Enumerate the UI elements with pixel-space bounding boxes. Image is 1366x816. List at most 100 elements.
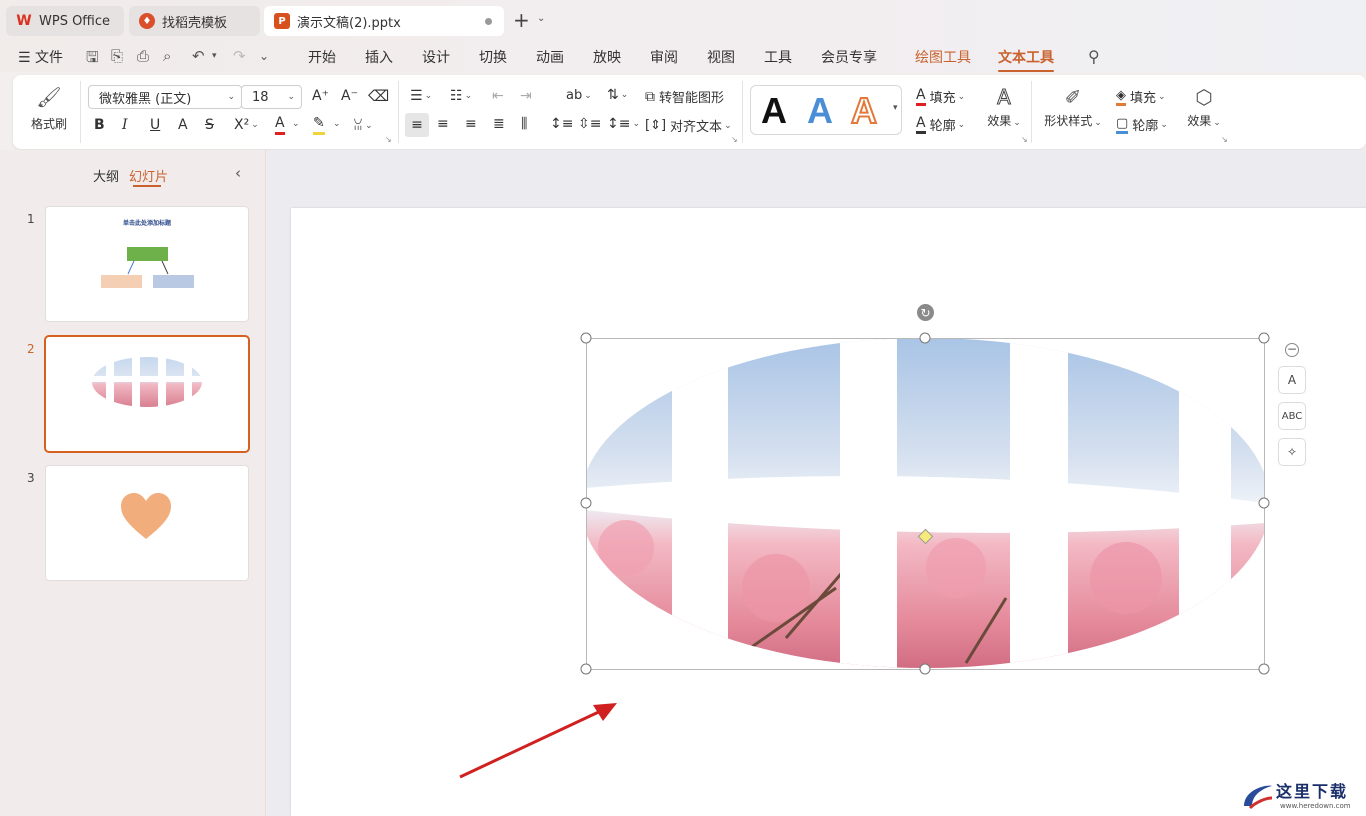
- align-right-icon[interactable]: ≡: [465, 116, 477, 132]
- increase-font-icon[interactable]: A⁺: [312, 88, 329, 104]
- menu-review[interactable]: 审阅: [650, 47, 678, 67]
- shape-fill-button[interactable]: ◈ 填充 ⌄: [1116, 87, 1166, 106]
- wordart-style-blue[interactable]: A: [807, 90, 833, 132]
- align-center-icon[interactable]: ≡: [437, 116, 449, 132]
- underline-icon[interactable]: U: [150, 117, 160, 133]
- menu-transitions[interactable]: 切换: [479, 47, 507, 67]
- text-dialog-launcher-icon[interactable]: ↘: [1021, 135, 1028, 144]
- chevron-down-icon[interactable]: ⌄: [331, 119, 341, 129]
- tab-presentation[interactable]: P 演示文稿(2).pptx: [264, 6, 504, 36]
- redo-icon[interactable]: ↷: [233, 47, 246, 65]
- menu-drawing-tools[interactable]: 绘图工具: [915, 47, 971, 67]
- shape-style-button[interactable]: ✐ 形状样式 ⌄: [1043, 85, 1103, 129]
- tab-outline[interactable]: 大纲: [93, 166, 119, 185]
- distribute-icon[interactable]: ⫼: [521, 116, 527, 132]
- strikethrough-icon[interactable]: S: [205, 117, 214, 133]
- tab-list-chevron-icon[interactable]: ⌄: [537, 13, 545, 24]
- tab-docer-templates[interactable]: ♦ 找稻壳模板: [129, 6, 260, 36]
- watermark-text: 这里下载: [1276, 782, 1349, 801]
- font-color-icon[interactable]: A: [275, 115, 285, 135]
- paragraph-spacing-icon[interactable]: ⇳≡: [578, 116, 601, 132]
- clear-format-icon[interactable]: ⌫: [368, 87, 389, 105]
- resize-handle-top-right[interactable]: [1258, 332, 1270, 344]
- increase-indent-icon[interactable]: ⇥: [520, 88, 532, 104]
- menu-home[interactable]: 开始: [308, 47, 336, 67]
- superscript-icon[interactable]: X² ⌄: [234, 117, 259, 133]
- export-icon[interactable]: ⎘: [111, 47, 123, 65]
- text-outline-button[interactable]: A 轮廓 ⌄: [916, 115, 965, 134]
- menu-view[interactable]: 视图: [707, 47, 735, 67]
- undo-dropdown-icon[interactable]: ▾: [212, 51, 217, 61]
- menu-animations[interactable]: 动画: [536, 47, 564, 67]
- bullet-list-icon[interactable]: ☰ ⌄: [410, 88, 432, 104]
- resize-handle-right[interactable]: [1258, 497, 1270, 509]
- slide-thumbnail-1[interactable]: 单击此处添加标题: [46, 207, 248, 321]
- tab-slides[interactable]: 幻灯片: [129, 166, 168, 185]
- customize-chevron-icon[interactable]: ⌄: [259, 49, 269, 63]
- resize-handle-bottom-left[interactable]: [580, 663, 592, 675]
- menu-text-tools[interactable]: 文本工具: [998, 47, 1054, 72]
- resize-handle-top-left[interactable]: [580, 332, 592, 344]
- wordart-more-icon[interactable]: ▾: [893, 103, 898, 113]
- undo-icon[interactable]: ↶: [192, 47, 205, 65]
- shape-outline-button[interactable]: ▢ 轮廓 ⌄: [1116, 115, 1168, 134]
- text-style-icon[interactable]: A: [1278, 366, 1306, 394]
- justify-icon[interactable]: ≣: [493, 116, 505, 132]
- align-left-icon[interactable]: ≡: [405, 113, 429, 137]
- decrease-indent-icon[interactable]: ⇤: [492, 88, 504, 104]
- rotate-handle-icon[interactable]: ↻: [917, 304, 934, 321]
- tab-wps-office[interactable]: W WPS Office: [6, 6, 124, 36]
- bold-icon[interactable]: B: [94, 117, 105, 133]
- sort-icon[interactable]: ⇅ ⌄: [607, 87, 628, 103]
- collapse-toolbar-icon[interactable]: −: [1285, 343, 1299, 357]
- menu-design[interactable]: 设计: [422, 47, 450, 67]
- numbered-list-icon[interactable]: ☷ ⌄: [450, 88, 472, 104]
- decrease-font-icon[interactable]: A⁻: [341, 88, 358, 104]
- resize-handle-bottom-right[interactable]: [1258, 663, 1270, 675]
- slide-thumbnail-3[interactable]: [46, 466, 248, 580]
- chevron-down-icon: ⌄: [227, 92, 235, 102]
- menu-insert[interactable]: 插入: [365, 47, 393, 67]
- highlight-icon[interactable]: ✎: [313, 115, 325, 135]
- menu-slideshow[interactable]: 放映: [593, 47, 621, 67]
- text-shadow-icon[interactable]: A: [178, 117, 188, 133]
- save-icon[interactable]: 🖫: [86, 47, 99, 72]
- line-spacing-icon[interactable]: ↕≡: [550, 116, 573, 132]
- format-painter-button[interactable]: 🖌 格式刷: [23, 85, 75, 132]
- spacing-options-icon[interactable]: ↕≡ ⌄: [607, 116, 640, 132]
- new-tab-plus-icon[interactable]: +: [513, 8, 530, 32]
- file-menu[interactable]: ☰ 文件: [18, 47, 63, 67]
- slide-thumbnail-2[interactable]: [46, 337, 248, 451]
- magic-tools-icon[interactable]: ✧: [1278, 438, 1306, 466]
- italic-icon[interactable]: I: [122, 117, 128, 133]
- print-icon[interactable]: ⎙: [137, 47, 149, 65]
- resize-handle-left[interactable]: [580, 497, 592, 509]
- shape-effect-button[interactable]: ⬡ 效果 ⌄: [1183, 85, 1225, 129]
- spell-check-icon[interactable]: ABC: [1278, 402, 1306, 430]
- font-name-select[interactable]: 微软雅黑 (正文) ⌄: [88, 85, 242, 109]
- wordart-gallery[interactable]: A A A: [750, 85, 902, 135]
- search-icon[interactable]: ⚲: [1088, 47, 1100, 66]
- font-size-select[interactable]: 18 ⌄: [241, 85, 302, 109]
- character-spacing-icon[interactable]: ꈍ ⌄: [353, 117, 373, 134]
- smart-graphic-button[interactable]: ⧉ 转智能图形: [645, 87, 724, 107]
- menu-member[interactable]: 会员专享: [821, 47, 877, 67]
- paragraph-dialog-launcher-icon[interactable]: ↘: [731, 135, 738, 144]
- resize-handle-bottom[interactable]: [919, 663, 931, 675]
- text-effect-button[interactable]: A 效果 ⌄: [983, 85, 1025, 129]
- shape-dialog-launcher-icon[interactable]: ↘: [1221, 135, 1228, 144]
- wordart-style-orange-outline[interactable]: A: [850, 89, 878, 132]
- text-direction-icon[interactable]: ab ⌄: [566, 88, 592, 103]
- print-preview-icon[interactable]: ⌕: [163, 47, 171, 65]
- wordart-style-black[interactable]: A: [761, 90, 787, 132]
- text-fill-button[interactable]: A 填充 ⌄: [916, 87, 965, 106]
- ribbon: 🖌 格式刷 微软雅黑 (正文) ⌄ 18 ⌄ A⁺ A⁻ ⌫ B I U A S…: [13, 75, 1366, 149]
- font-dialog-launcher-icon[interactable]: ↘: [385, 135, 392, 144]
- resize-handle-top[interactable]: [919, 332, 931, 344]
- menu-tools[interactable]: 工具: [764, 47, 792, 67]
- chevron-down-icon[interactable]: ⌄: [290, 119, 300, 129]
- picture-fill-shape[interactable]: [586, 338, 1265, 670]
- chevron-down-icon: ⌄: [287, 92, 295, 102]
- align-text-button[interactable]: [⇕] 对齐文本 ⌄: [645, 116, 732, 135]
- collapse-panel-chevron-icon[interactable]: ‹: [235, 164, 241, 182]
